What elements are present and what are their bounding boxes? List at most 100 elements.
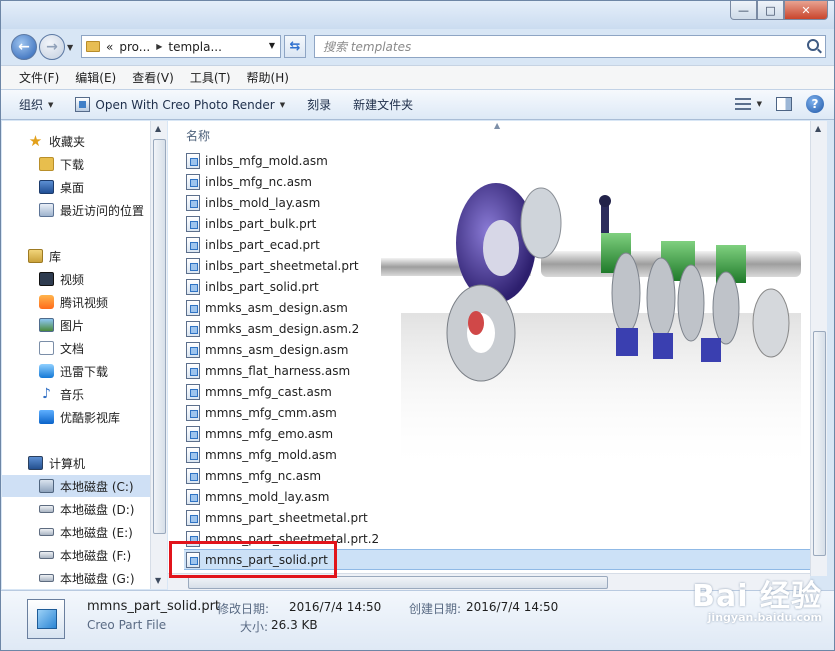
forward-button[interactable]: → (39, 34, 65, 60)
nav-downloads[interactable]: 下载 (2, 153, 150, 175)
nav-documents[interactable]: 文档 (2, 337, 150, 359)
created-value: 2016/7/4 14:50 (466, 600, 559, 614)
menu-tools[interactable]: 工具(T) (182, 67, 239, 88)
nav-label: 视频 (60, 272, 85, 287)
address-dropdown-icon[interactable]: ▼ (269, 41, 275, 50)
gearbox-render-image (381, 183, 801, 473)
nav-recent-places[interactable]: 最近访问的位置 (2, 199, 150, 221)
burn-button[interactable]: 刻录 (307, 96, 331, 113)
open-with-button[interactable]: Open With Creo Photo Render ▼ (75, 97, 285, 112)
nav-youku[interactable]: 优酷影视库 (2, 406, 150, 428)
nav-xunlei[interactable]: 迅雷下载 (2, 360, 150, 382)
nav-label: 收藏夹 (49, 134, 86, 149)
menu-help[interactable]: 帮助(H) (239, 67, 297, 88)
nav-label: 库 (49, 249, 62, 264)
back-button[interactable]: ← (11, 34, 37, 60)
maximize-button[interactable]: □ (757, 1, 784, 20)
open-with-label: Open With Creo Photo Render (95, 97, 275, 112)
creo-file-icon (186, 446, 200, 463)
creo-file-icon (186, 488, 200, 505)
new-folder-button[interactable]: 新建文件夹 (353, 96, 413, 113)
help-icon[interactable]: ? (806, 95, 824, 113)
nav-tencent-video[interactable]: 腾讯视频 (2, 291, 150, 313)
nav-drive-e[interactable]: 本地磁盘 (E:) (2, 521, 150, 543)
nav-drive-f[interactable]: 本地磁盘 (F:) (2, 544, 150, 566)
nav-label: 迅雷下载 (60, 364, 109, 379)
breadcrumb-overflow[interactable]: « (106, 40, 113, 54)
nav-label: 腾讯视频 (60, 295, 109, 310)
nav-label: 本地磁盘 (G:) (60, 571, 135, 586)
address-bar[interactable]: « pro... ▶ templa... ▼ (81, 35, 281, 58)
file-row[interactable]: mmns_mold_lay.asm (184, 486, 810, 507)
nav-drive-g[interactable]: 本地磁盘 (G:) (2, 567, 150, 589)
file-name: mmks_asm_design.asm.2 (205, 321, 360, 336)
nav-videos[interactable]: 视频 (2, 268, 150, 290)
scroll-down-icon[interactable]: ▼ (155, 576, 161, 585)
file-name: mmns_mfg_cast.asm (205, 384, 332, 399)
pictures-icon (39, 318, 54, 332)
downloads-folder-icon (39, 157, 54, 171)
nav-favorites[interactable]: ★ 收藏夹 (2, 130, 150, 152)
breadcrumb-templates[interactable]: templa... (168, 40, 222, 54)
navigation-scrollbar[interactable]: ▲ ▼ (150, 121, 167, 589)
nav-label: 图片 (60, 318, 85, 333)
scroll-up-icon[interactable]: ▲ (155, 124, 161, 133)
size-label: 大小: (240, 620, 269, 634)
details-filetype: Creo Part File (87, 618, 167, 632)
nav-computer[interactable]: 计算机 (2, 452, 150, 474)
nav-pictures[interactable]: 图片 (2, 314, 150, 336)
nav-drive-c[interactable]: 本地磁盘 (C:) (2, 475, 150, 497)
explorer-window: — □ ✕ ← → ▼ « pro... ▶ templa... ▼ ⇆ 搜索 … (0, 0, 835, 651)
breadcrumb-pro[interactable]: pro... (119, 40, 150, 54)
nav-drive-d[interactable]: 本地磁盘 (D:) (2, 498, 150, 520)
menu-view[interactable]: 查看(V) (124, 67, 182, 88)
file-list-vertical-scrollbar[interactable]: ▲ (810, 121, 827, 576)
scrollbar-thumb[interactable] (813, 331, 826, 556)
nav-label: 音乐 (60, 387, 85, 402)
watermark-main: Bai 经验 (692, 579, 822, 614)
menu-edit[interactable]: 编辑(E) (67, 67, 124, 88)
scroll-up-icon[interactable]: ▲ (815, 124, 821, 133)
search-icon[interactable] (807, 39, 819, 51)
nav-label: 优酷影视库 (60, 410, 121, 425)
minimize-button[interactable]: — (730, 1, 757, 20)
preview-pane-icon[interactable] (776, 97, 792, 111)
tencent-video-icon (39, 295, 54, 309)
menu-file[interactable]: 文件(F) (11, 67, 67, 88)
new-folder-label: 新建文件夹 (353, 98, 414, 112)
close-button[interactable]: ✕ (784, 1, 828, 20)
chevron-down-icon: ▼ (48, 100, 54, 109)
video-icon (39, 272, 54, 286)
organize-button[interactable]: 组织 ▼ (19, 96, 53, 113)
change-view-button[interactable]: ▼ (734, 98, 762, 110)
modified-label: 修改日期: (217, 602, 270, 616)
title-bar: — □ ✕ (1, 1, 834, 29)
breadcrumb-separator-icon[interactable]: ▶ (156, 42, 162, 51)
drive-icon (39, 574, 54, 582)
details-filename: mmns_part_solid.prt (87, 599, 221, 614)
nav-music[interactable]: ♪ 音乐 (2, 383, 150, 405)
nav-label: 本地磁盘 (C:) (60, 479, 134, 494)
creo-file-icon (186, 341, 200, 358)
watermark-sub: jingyan.baidu.com (707, 611, 822, 624)
column-header-name[interactable]: 名称 (186, 127, 210, 144)
drive-icon (39, 505, 54, 513)
creo-file-icon (186, 320, 200, 337)
creo-file-icon (186, 425, 200, 442)
recent-pages-dropdown[interactable]: ▼ (67, 43, 73, 52)
file-name: inlbs_part_sheetmetal.prt (205, 258, 359, 273)
refresh-button[interactable]: ⇆ (284, 35, 306, 58)
nav-libraries[interactable]: 库 (2, 245, 150, 267)
file-row[interactable]: mmns_part_sheetmetal.prt (184, 507, 810, 528)
creo-file-icon (186, 194, 200, 211)
file-name: inlbs_mfg_mold.asm (205, 153, 328, 168)
star-icon: ★ (28, 132, 43, 150)
scrollbar-thumb[interactable] (153, 139, 166, 534)
creo-file-icon (186, 152, 200, 169)
search-input[interactable]: 搜索 templates (314, 35, 826, 58)
xunlei-icon (39, 364, 54, 378)
nav-label: 桌面 (60, 180, 85, 195)
computer-icon (28, 456, 43, 470)
creo-file-icon (186, 362, 200, 379)
nav-desktop[interactable]: 桌面 (2, 176, 150, 198)
